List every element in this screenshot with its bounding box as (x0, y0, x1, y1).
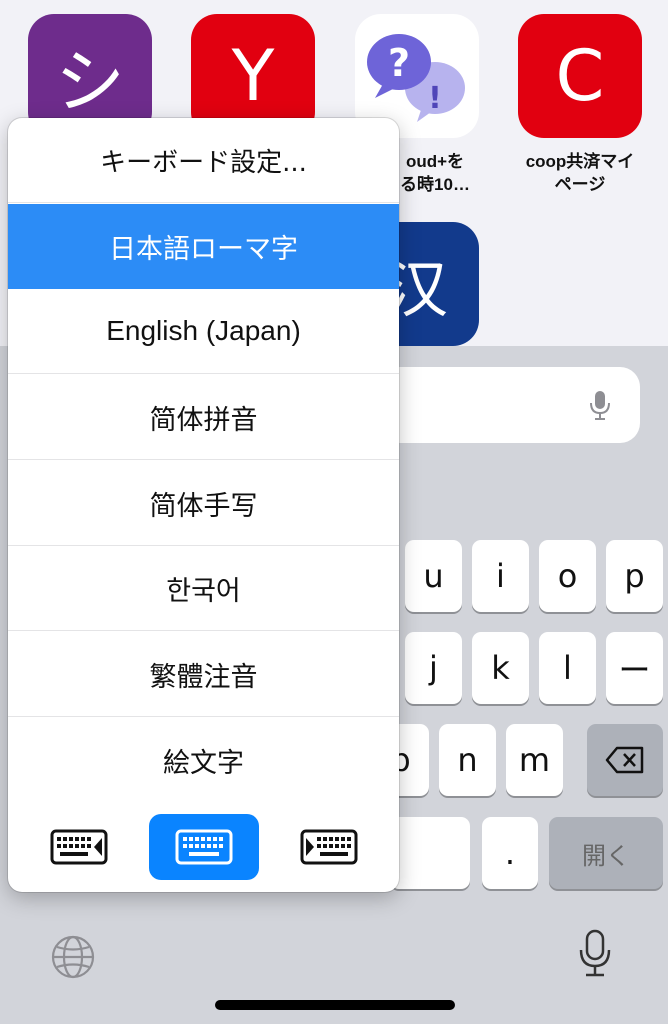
globe-icon[interactable] (50, 934, 96, 980)
keyboard-item-traditional-zhuyin[interactable]: 繁體注音 (8, 632, 399, 717)
menu-item-label: 絵文字 (163, 748, 244, 779)
svg-text:?: ? (388, 41, 410, 85)
key-o[interactable]: o (539, 540, 596, 612)
keyboard-settings-item[interactable]: キーボード設定... (8, 118, 399, 203)
space-key[interactable] (390, 817, 470, 889)
caption-line: ページ (554, 175, 606, 194)
keyboard-item-emoji[interactable]: 絵文字 (8, 718, 399, 803)
caption-line: coop共済マイ (525, 152, 635, 171)
delete-key[interactable] (587, 724, 663, 796)
keyboard-item-japanese-romaji[interactable]: 日本語ローマ字 (8, 204, 399, 289)
app-caption-coop: coop共済マイ ページ (505, 150, 655, 196)
key-j[interactable]: j (405, 632, 462, 704)
keyboard-right-icon (300, 829, 358, 865)
app-icon-glyph: シ (55, 40, 125, 123)
menu-item-label: 繁體注音 (149, 661, 258, 693)
menu-item-label: 简体拼音 (149, 404, 258, 436)
app-icon-coop[interactable]: C (518, 14, 642, 138)
search-field[interactable] (380, 367, 640, 443)
key-i[interactable]: i (472, 540, 529, 612)
open-key[interactable]: 開く (549, 817, 663, 889)
svg-text:!: ! (428, 81, 442, 116)
keyboard-full-icon (175, 829, 233, 865)
keyboard-item-simplified-pinyin[interactable]: 简体拼音 (8, 375, 399, 460)
keyboard-full-button[interactable] (149, 814, 259, 880)
menu-item-label: 한국어 (166, 575, 241, 607)
key-u[interactable]: u (405, 540, 462, 612)
keyboard-item-korean[interactable]: 한국어 (8, 546, 399, 631)
key-long-vowel[interactable]: ー (606, 632, 663, 704)
delete-backspace-icon (605, 746, 644, 774)
keyboard-right-button[interactable] (274, 814, 384, 880)
keyboard-item-simplified-handwriting[interactable]: 简体手写 (8, 461, 399, 546)
keyboard-left-icon (50, 829, 108, 865)
home-indicator[interactable] (215, 1000, 455, 1010)
key-p[interactable]: p (606, 540, 663, 612)
menu-item-label: English (Japan) (106, 315, 301, 346)
microphone-icon[interactable] (588, 389, 612, 421)
key-m[interactable]: m (506, 724, 563, 796)
app-icon-glyph: Y (231, 35, 275, 117)
menu-item-label: キーボード設定... (100, 147, 307, 178)
app-icon-glyph: C (555, 35, 605, 117)
menu-item-label: 简体手写 (149, 490, 258, 522)
key-period[interactable]: . (482, 817, 538, 889)
keyboard-left-button[interactable] (24, 814, 134, 880)
key-n[interactable]: n (439, 724, 496, 796)
keyboard-switcher-menu: キーボード設定... 日本語ローマ字 English (Japan) 简体拼音 … (8, 118, 399, 892)
key-k[interactable]: k (472, 632, 529, 704)
menu-item-label: 日本語ローマ字 (109, 234, 298, 265)
dictation-mic-icon[interactable] (577, 928, 613, 978)
keyboard-item-english-japan[interactable]: English (Japan) (8, 289, 399, 374)
key-l[interactable]: l (539, 632, 596, 704)
